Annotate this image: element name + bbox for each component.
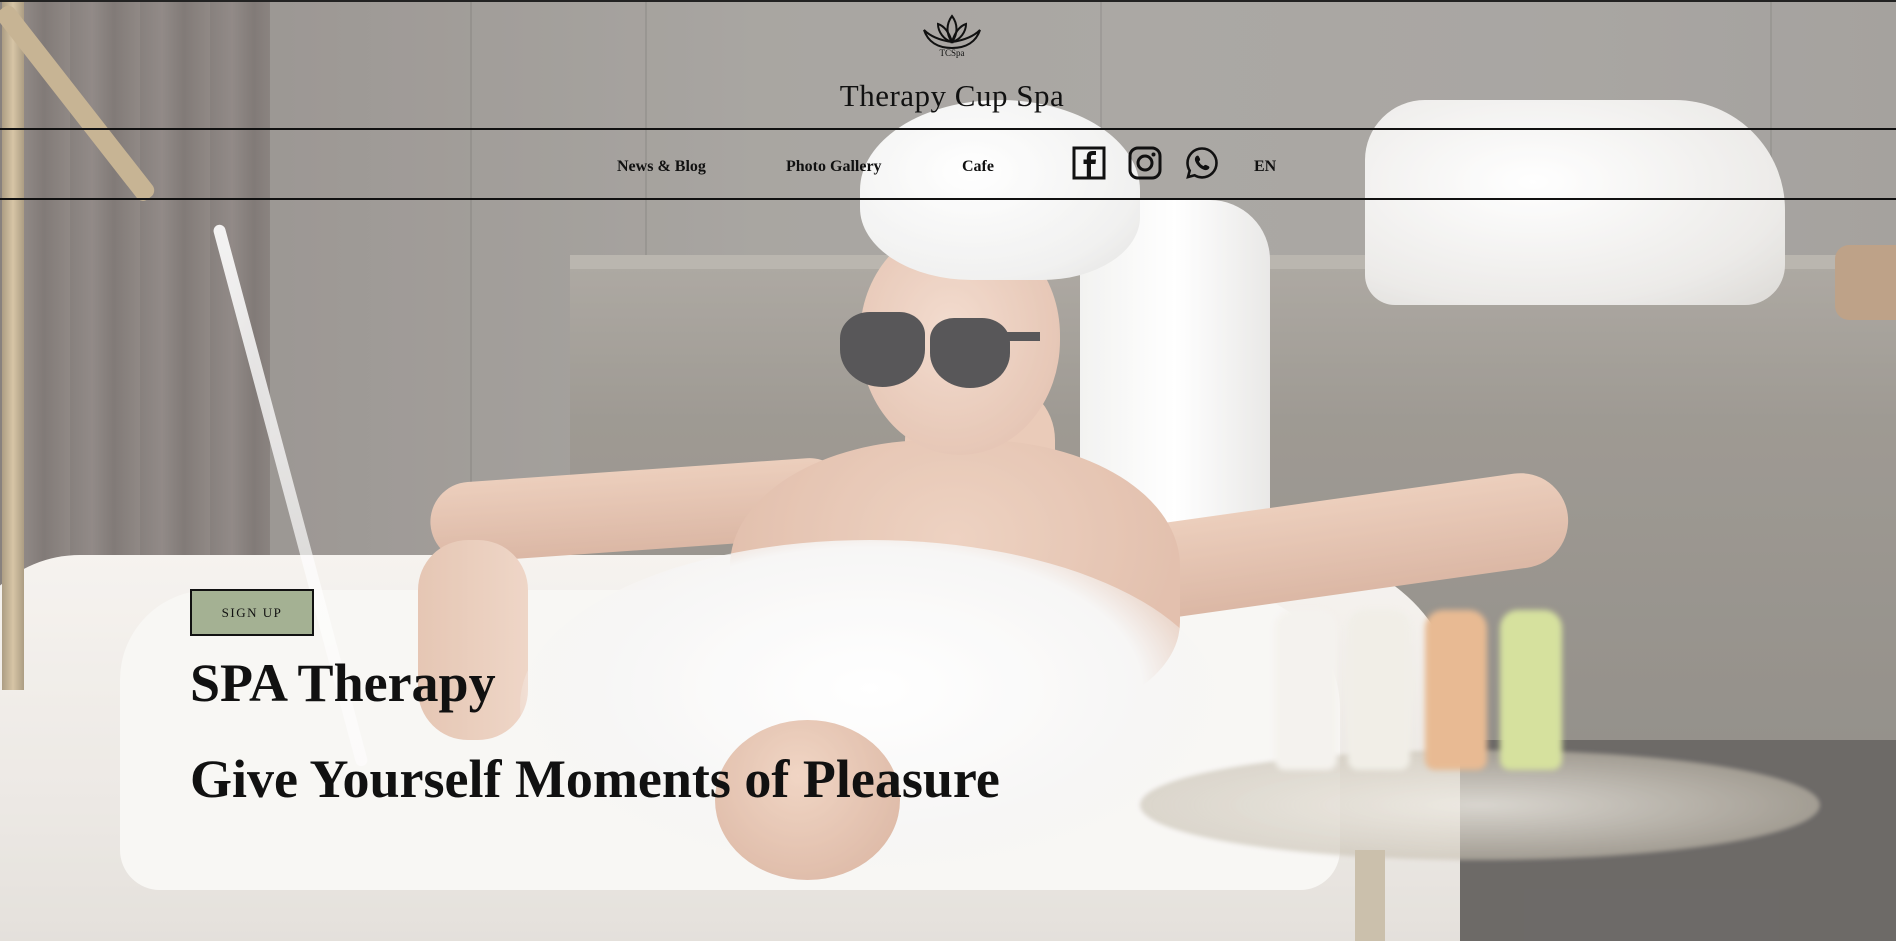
logo-text: TCSpa	[939, 48, 964, 58]
nav-news-blog[interactable]: News & Blog	[617, 158, 706, 176]
site-header: TCSpa Therapy Cup Spa	[0, 0, 1896, 130]
nav-photo-gallery[interactable]: Photo Gallery	[786, 158, 882, 176]
nav-cafe[interactable]: Cafe	[962, 158, 994, 176]
instagram-icon[interactable]	[1128, 146, 1162, 180]
lotus-logo-icon[interactable]: TCSpa	[920, 12, 984, 58]
sign-up-button[interactable]: SIGN UP	[190, 589, 314, 636]
facebook-icon[interactable]	[1072, 146, 1106, 180]
whatsapp-icon[interactable]	[1185, 146, 1219, 180]
hero-subheading: Give Yourself Moments of Pleasure	[190, 749, 1000, 809]
site-title[interactable]: Therapy Cup Spa	[0, 78, 1896, 114]
main-navigation: News & Blog Photo Gallery Cafe EN	[0, 128, 1896, 200]
language-selector[interactable]: EN	[1254, 158, 1276, 176]
hero-heading: SPA Therapy	[190, 653, 496, 713]
